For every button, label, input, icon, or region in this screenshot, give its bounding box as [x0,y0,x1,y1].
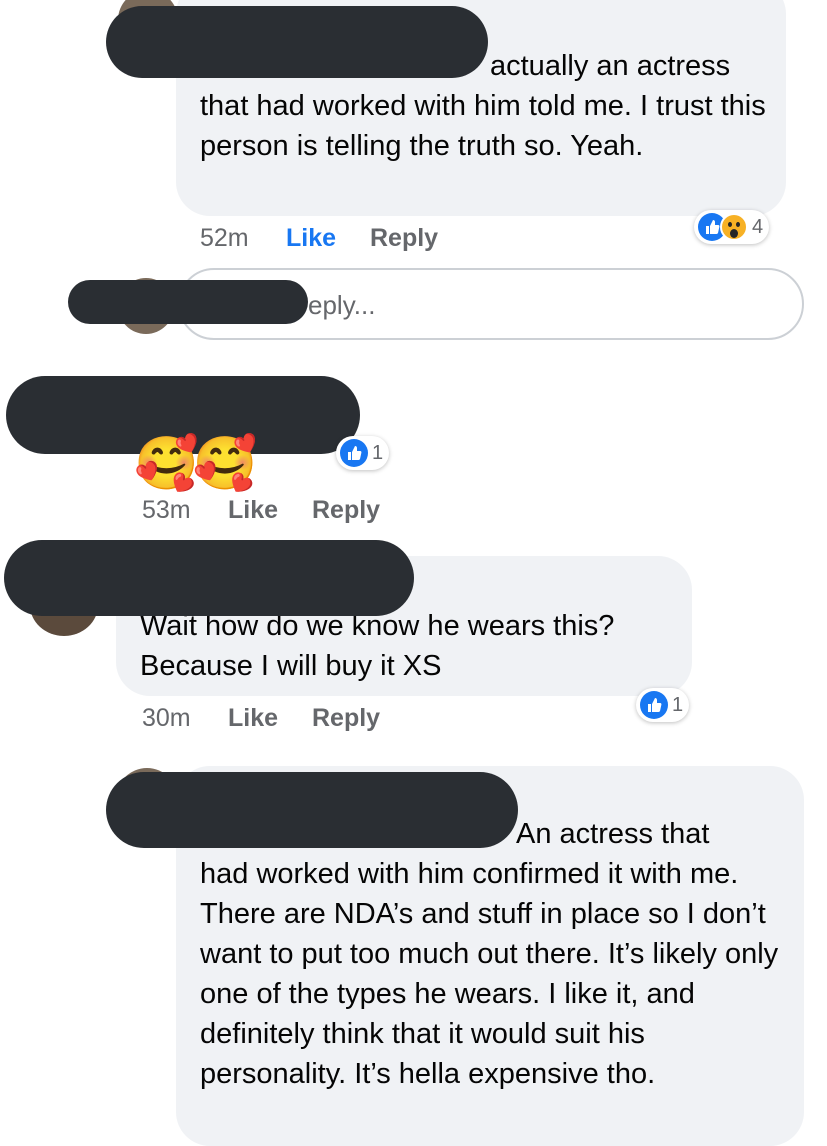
reply-button[interactable]: Reply [370,224,438,253]
reaction-summary[interactable]: 1 [636,688,690,722]
reaction-summary[interactable]: 4 [694,210,770,244]
redacted-name [106,772,518,848]
wow-icon [720,213,748,241]
comment-time: 53m [142,496,191,524]
redacted-name [68,280,308,324]
like-icon [640,691,668,719]
reaction-count: 1 [372,441,384,464]
reaction-count: 1 [672,693,684,716]
like-icon [340,439,368,467]
like-button[interactable]: Like [228,704,278,733]
comment-time: 52m [200,224,249,252]
like-button[interactable]: Like [228,496,278,525]
comment-text: had worked with him confirmed it with me… [200,858,779,1090]
redacted-name [4,540,414,616]
reply-placeholder: eply... [308,290,376,320]
reaction-summary[interactable]: 1 [336,436,390,470]
redacted-name [106,6,488,78]
reply-button[interactable]: Reply [312,496,380,525]
reaction-count: 4 [752,215,764,238]
comment-text: Wait how do we know he wears this? Becau… [140,610,615,682]
like-button[interactable]: Like [286,224,336,253]
reply-button[interactable]: Reply [312,704,380,733]
emoji-comment: 🥰🥰 [134,435,257,493]
comment-text: that had worked with him told me. I trus… [200,90,766,162]
comment-time: 30m [142,704,191,732]
